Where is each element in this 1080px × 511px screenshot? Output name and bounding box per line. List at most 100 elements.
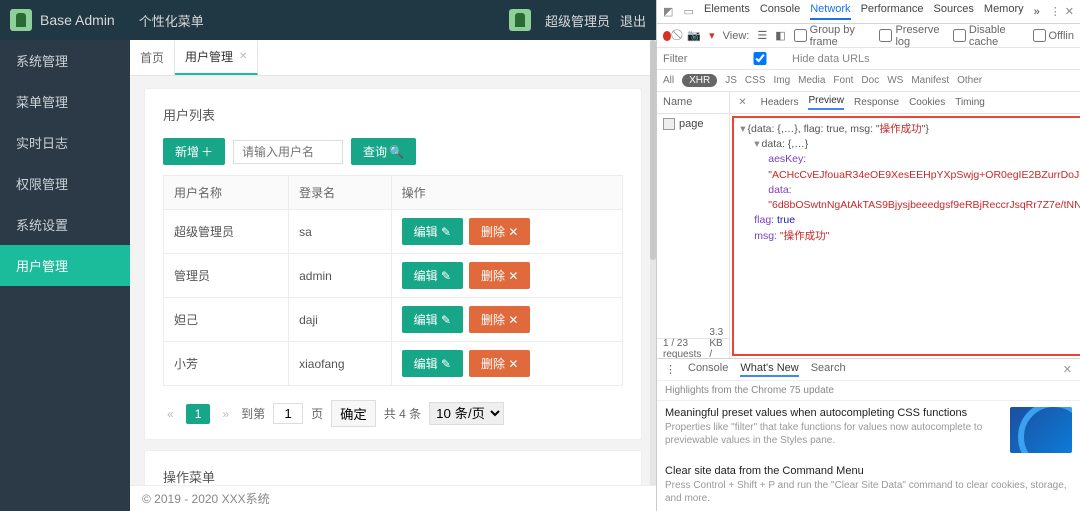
- inspect-icon[interactable]: ◩: [663, 5, 674, 19]
- user-table: 用户名称登录名操作 超级管理员sa编辑 ✎删除 ✕管理员admin编辑 ✎删除 …: [163, 175, 623, 386]
- transfer-size: 3.3 KB / …: [709, 327, 723, 359]
- type-filter-font[interactable]: Font: [833, 75, 853, 86]
- detail-tab-preview[interactable]: Preview: [808, 95, 844, 110]
- device-icon[interactable]: ▭: [684, 5, 695, 19]
- tab-1[interactable]: 用户管理✕: [175, 40, 258, 75]
- devtools-menu-icon[interactable]: ⋮: [1050, 5, 1061, 18]
- preserve-log-checkbox[interactable]: Preserve log: [879, 24, 944, 48]
- drawer-tab-console[interactable]: Console: [688, 362, 728, 377]
- personal-menu[interactable]: 个性化菜单: [139, 11, 204, 30]
- sidebar-item-0[interactable]: 系统管理: [0, 40, 130, 81]
- offline-checkbox[interactable]: Offlin: [1033, 29, 1074, 42]
- whats-new-item[interactable]: Clear site data from the Command MenuPre…: [657, 459, 1080, 511]
- detail-tab-timing[interactable]: Timing: [955, 97, 985, 108]
- delete-button[interactable]: 删除 ✕: [469, 262, 530, 289]
- whats-new-item[interactable]: Meaningful preset values when autocomple…: [657, 401, 1080, 459]
- request-count: 1 / 23 requests: [663, 338, 701, 359]
- page-next[interactable]: »: [218, 405, 233, 423]
- devtools-panel: ◩ ▭ Elements Console Network Performance Sou…: [656, 0, 1080, 511]
- detail-tab-response[interactable]: Response: [854, 97, 899, 108]
- edit-button[interactable]: 编辑 ✎: [402, 218, 463, 245]
- main-scrollbar[interactable]: [650, 40, 656, 485]
- operation-menu-panel: 操作菜单: [144, 450, 642, 485]
- sidebar-item-3[interactable]: 权限管理: [0, 163, 130, 204]
- detail-tab-headers[interactable]: Headers: [761, 97, 799, 108]
- table-row: 超级管理员sa编辑 ✎删除 ✕: [164, 210, 623, 254]
- hide-data-urls-checkbox[interactable]: Hide data URLs: [731, 52, 870, 65]
- type-filter-js[interactable]: JS: [725, 75, 737, 86]
- more-tabs-icon[interactable]: »: [1034, 6, 1040, 18]
- app-topbar: Base Admin 个性化菜单 超级管理员 退出: [0, 0, 656, 40]
- type-filter-doc[interactable]: Doc: [861, 75, 879, 86]
- large-rows-icon[interactable]: ☰: [757, 29, 767, 42]
- table-header: 用户名称: [164, 176, 289, 210]
- sidebar-item-4[interactable]: 系统设置: [0, 204, 130, 245]
- devtools-tab-sources[interactable]: Sources: [934, 3, 974, 20]
- app-brand: Base Admin: [40, 12, 115, 28]
- edit-button[interactable]: 编辑 ✎: [402, 262, 463, 289]
- current-user[interactable]: 超级管理员: [545, 11, 610, 30]
- app-logo-icon: [10, 9, 32, 31]
- type-filter-xhr[interactable]: XHR: [682, 74, 717, 87]
- drawer-tab-search[interactable]: Search: [811, 362, 846, 377]
- user-avatar-icon: [509, 9, 531, 31]
- page-total: 共 4 条: [384, 405, 421, 422]
- type-filter-media[interactable]: Media: [798, 75, 825, 86]
- sidebar-item-2[interactable]: 实时日志: [0, 122, 130, 163]
- table-row: 管理员admin编辑 ✎删除 ✕: [164, 254, 623, 298]
- devtools-close-icon[interactable]: ✕: [1065, 5, 1074, 18]
- sidebar: 系统管理菜单管理实时日志权限管理系统设置用户管理: [0, 40, 130, 511]
- page-input[interactable]: [273, 403, 303, 424]
- type-filter-img[interactable]: Img: [773, 75, 790, 86]
- delete-button[interactable]: 删除 ✕: [469, 306, 530, 333]
- group-by-frame-checkbox[interactable]: Group by frame: [794, 24, 872, 48]
- disable-cache-checkbox[interactable]: Disable cache: [953, 24, 1025, 48]
- close-detail-icon[interactable]: ✕: [738, 97, 746, 108]
- network-filter-input[interactable]: [663, 53, 721, 65]
- edit-button[interactable]: 编辑 ✎: [402, 306, 463, 333]
- page-size-select[interactable]: 10 条/页: [429, 402, 504, 425]
- page-prev[interactable]: «: [163, 405, 178, 423]
- logout-link[interactable]: 退出: [620, 11, 646, 30]
- table-row: 小芳xiaofang编辑 ✎删除 ✕: [164, 342, 623, 386]
- content-tabs: 首页用户管理✕: [130, 40, 656, 76]
- filmstrip-icon[interactable]: 📷: [687, 29, 701, 42]
- type-filter-manifest[interactable]: Manifest: [911, 75, 949, 86]
- tab-0[interactable]: 首页: [130, 40, 175, 75]
- search-button[interactable]: 查询🔍: [351, 138, 416, 165]
- request-list-header: Name: [657, 92, 729, 114]
- devtools-tab-network[interactable]: Network: [810, 3, 850, 20]
- edit-button[interactable]: 编辑 ✎: [402, 350, 463, 377]
- devtools-tab-console[interactable]: Console: [760, 3, 800, 20]
- delete-button[interactable]: 删除 ✕: [469, 218, 530, 245]
- detail-tab-cookies[interactable]: Cookies: [909, 97, 945, 108]
- response-preview: ▾{data: {,…}, flag: true, msg: "操作成功"} ▾…: [732, 116, 1080, 356]
- whats-new-thumb: [1010, 407, 1072, 453]
- pagination: « 1 » 到第 页 确定 共 4 条 10 条/页: [163, 400, 623, 427]
- tab-close-icon[interactable]: ✕: [239, 51, 247, 62]
- panel-title: 用户列表: [163, 105, 623, 124]
- delete-button[interactable]: 删除 ✕: [469, 350, 530, 377]
- app-footer: © 2019 - 2020 XXX系统: [130, 485, 656, 511]
- devtools-tab-performance[interactable]: Performance: [861, 3, 924, 20]
- filter-toggle-icon[interactable]: ▾: [709, 29, 715, 42]
- sidebar-item-1[interactable]: 菜单管理: [0, 81, 130, 122]
- drawer-menu-icon[interactable]: ⋮: [665, 363, 676, 376]
- type-filter-other[interactable]: Other: [957, 75, 982, 86]
- overview-icon[interactable]: ◧: [775, 29, 785, 42]
- type-filter-all[interactable]: All: [663, 75, 674, 86]
- table-header: 登录名: [289, 176, 392, 210]
- drawer-close-icon[interactable]: ✕: [1063, 363, 1072, 376]
- sidebar-item-5[interactable]: 用户管理: [0, 245, 130, 286]
- type-filter-css[interactable]: CSS: [745, 75, 766, 86]
- record-icon[interactable]: [663, 31, 671, 41]
- request-item-page[interactable]: page: [657, 114, 729, 134]
- page-go-button[interactable]: 确定: [331, 400, 376, 427]
- type-filter-ws[interactable]: WS: [887, 75, 903, 86]
- add-button[interactable]: 新增＋: [163, 138, 225, 165]
- devtools-tab-elements[interactable]: Elements: [704, 3, 750, 20]
- page-current[interactable]: 1: [186, 404, 211, 424]
- username-search-input[interactable]: [233, 140, 343, 164]
- drawer-tab-what-s-new[interactable]: What's New: [740, 362, 798, 377]
- devtools-tab-memory[interactable]: Memory: [984, 3, 1024, 20]
